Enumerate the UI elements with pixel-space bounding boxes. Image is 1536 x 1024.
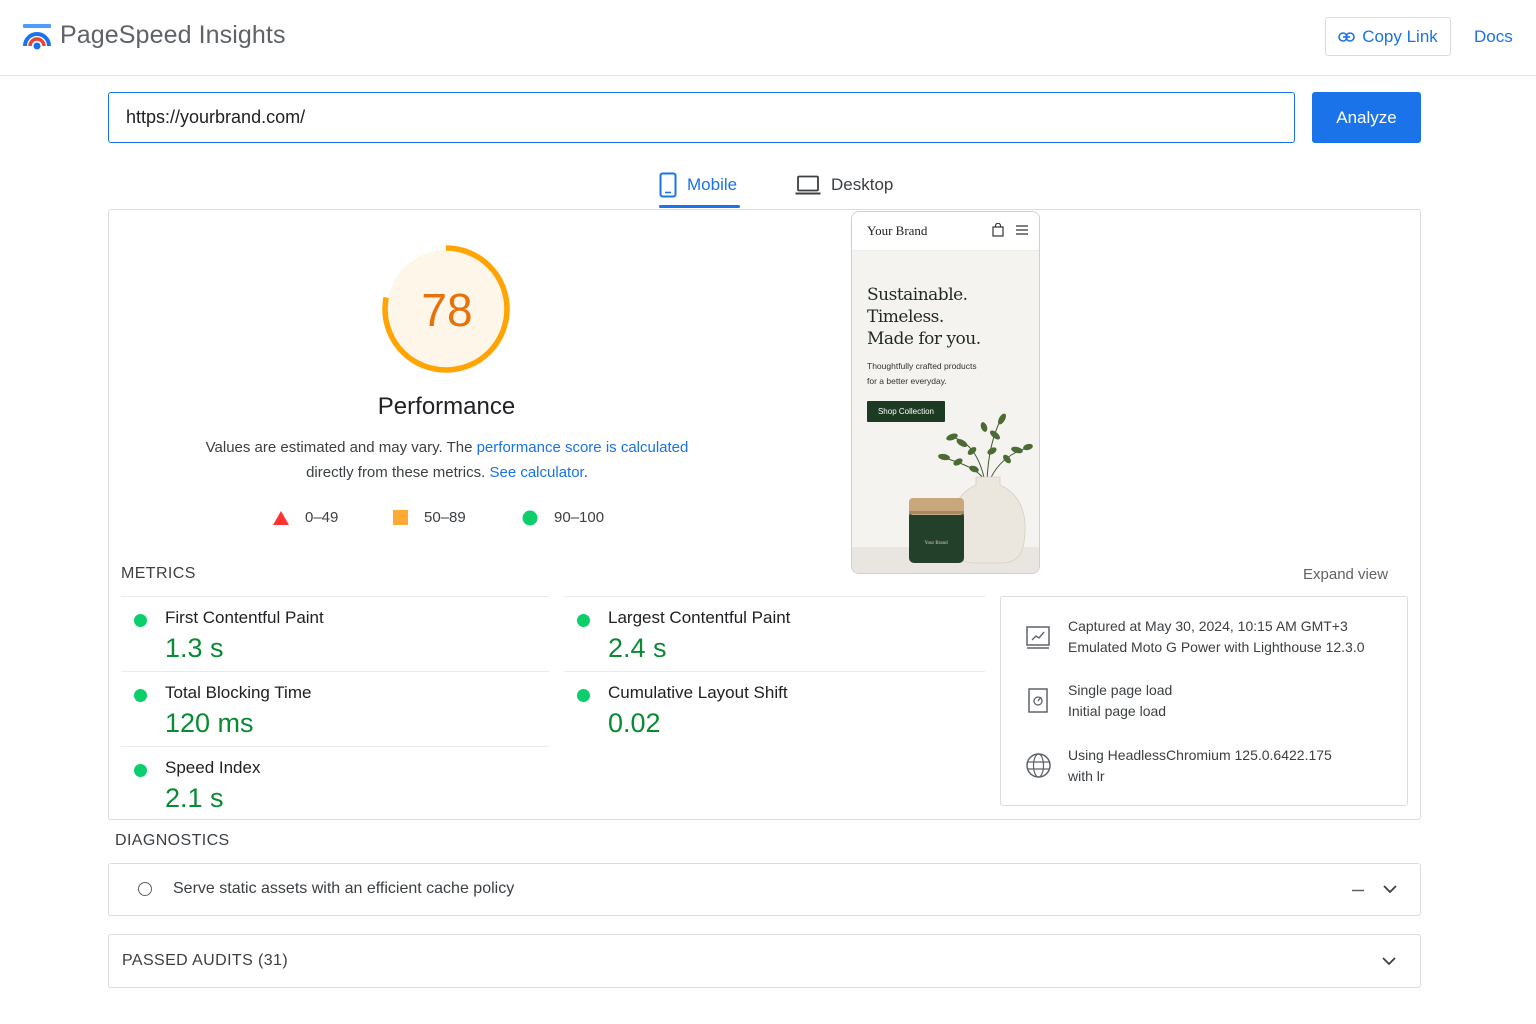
runtime-info-card: Captured at May 30, 2024, 10:15 AM GMT+3… [1000,596,1408,806]
initial-page-load: Initial page load [1068,703,1167,719]
single-page-load: Single page load [1068,682,1173,698]
pagespeed-logo-icon [23,24,51,50]
red-triangle-icon [273,510,289,525]
dash-icon [1352,889,1364,892]
passed-audits-section[interactable]: PASSED AUDITS (31) [108,934,1421,988]
preview-navbar: Your Brand [852,212,1039,251]
analyze-button[interactable]: Analyze [1312,92,1421,143]
metric-label: Speed Index [165,758,261,777]
see-calculator-link[interactable]: See calculator [489,464,583,481]
metric-value: 0.02 [608,708,661,738]
metric-label: Largest Contentful Paint [608,608,791,627]
captured-info: Captured at May 30, 2024, 10:15 AM GMT+3… [1068,616,1365,658]
pass-dot-icon [577,614,590,627]
diagnostics-heading: DIAGNOSTICS [115,832,230,849]
hero-line-1: Sustainable. [867,285,968,305]
metric-label: Cumulative Layout Shift [608,683,788,702]
legend-average: 50–89 [393,509,466,526]
emulated-device: Emulated Moto G Power with Lighthouse 12… [1068,639,1365,655]
legend-pass: 90–100 [522,509,604,526]
note-prefix: Values are estimated and may vary. The [205,439,477,456]
chevron-down-icon[interactable] [1383,885,1397,894]
metric-lcp: Largest Contentful Paint 2.4 s [564,596,985,670]
active-tab-indicator [659,205,740,208]
pass-dot-icon [134,764,147,777]
expand-view-toggle[interactable]: Expand view [1303,566,1388,583]
link-icon [1338,31,1355,42]
note-middle: directly from these metrics. [306,464,490,481]
product-still-life-image: Your Brand [852,413,1039,573]
pass-dot-icon [134,689,147,702]
mobile-screenshot-preview[interactable]: Your Brand Sustainable. Timeless. Made f… [851,211,1040,574]
hero-line-2: Timeless. [867,307,944,327]
green-circle-icon [522,510,538,525]
performance-score: 78 [421,284,473,336]
orange-square-icon [393,510,408,525]
passed-audits-label: PASSED AUDITS (31) [122,952,289,969]
captured-time: Captured at May 30, 2024, 10:15 AM GMT+3 [1068,618,1348,634]
metric-value: 120 ms [165,708,254,738]
metric-speed-index: Speed Index 2.1 s [121,746,549,820]
tab-desktop-label: Desktop [831,175,894,194]
performance-note: Values are estimated and may vary. The p… [200,435,694,485]
metric-value: 2.4 s [608,633,667,663]
preview-hero-title: Sustainable. Timeless. Made for you. [867,284,981,350]
metrics-heading: METRICS [121,565,196,582]
url-input[interactable] [108,92,1295,143]
sub-line-2: for a better everyday. [867,376,947,386]
note-suffix: . [583,464,588,481]
browser-info: Using HeadlessChromium 125.0.6422.175 wi… [1068,745,1332,787]
copy-link-button[interactable]: Copy Link [1325,17,1451,56]
performance-title: Performance [377,393,516,420]
browser-extra: with lr [1068,768,1105,784]
metric-label: First Contentful Paint [165,608,324,627]
tab-mobile-label: Mobile [687,175,738,194]
metric-tbt: Total Blocking Time 120 ms [121,671,549,745]
globe-browser-icon [1026,753,1051,778]
preview-hero-subtitle: Thoughtfully crafted products for a bett… [867,359,977,389]
hamburger-menu-icon [1016,225,1028,235]
metric-fcp: First Contentful Paint 1.3 s [121,596,549,670]
performance-score-link[interactable]: performance score is calculated [477,439,689,456]
copy-link-label: Copy Link [1362,26,1438,46]
chart-trend-icon [1026,626,1050,649]
brand-name: PageSpeed Insights [60,21,286,49]
tab-mobile[interactable]: Mobile [659,162,740,208]
sub-line-1: Thoughtfully crafted products [867,361,977,371]
page-load-icon [1028,688,1048,713]
legend-average-label: 50–89 [424,509,466,526]
metric-cls: Cumulative Layout Shift 0.02 [564,671,985,745]
shopping-bag-icon [992,223,1004,237]
desktop-laptop-icon [795,175,821,195]
legend-pass-label: 90–100 [554,509,605,526]
top-header: PageSpeed Insights Copy Link Docs [0,0,1536,76]
load-info: Single page load Initial page load [1068,680,1172,722]
chevron-down-icon[interactable] [1382,957,1396,966]
docs-link[interactable]: Docs [1474,27,1513,47]
metric-label: Total Blocking Time [165,683,312,702]
jar-label: Your Brand [924,541,948,546]
legend-fail: 0–49 [273,509,338,526]
mobile-phone-icon [659,172,677,198]
neutral-circle-icon [138,882,152,896]
browser-version: Using HeadlessChromium 125.0.6422.175 [1068,747,1332,763]
hero-line-3: Made for you. [867,329,981,349]
legend-fail-label: 0–49 [305,509,339,526]
pass-dot-icon [577,689,590,702]
diagnostic-item-label: Serve static assets with an efficient ca… [173,880,515,897]
metric-value: 1.3 s [165,633,224,663]
tab-desktop[interactable]: Desktop [795,162,893,208]
diagnostic-item-cache-policy[interactable]: Serve static assets with an efficient ca… [108,863,1421,916]
pass-dot-icon [134,614,147,627]
metric-value: 2.1 s [165,783,224,813]
preview-brand: Your Brand [867,223,928,238]
